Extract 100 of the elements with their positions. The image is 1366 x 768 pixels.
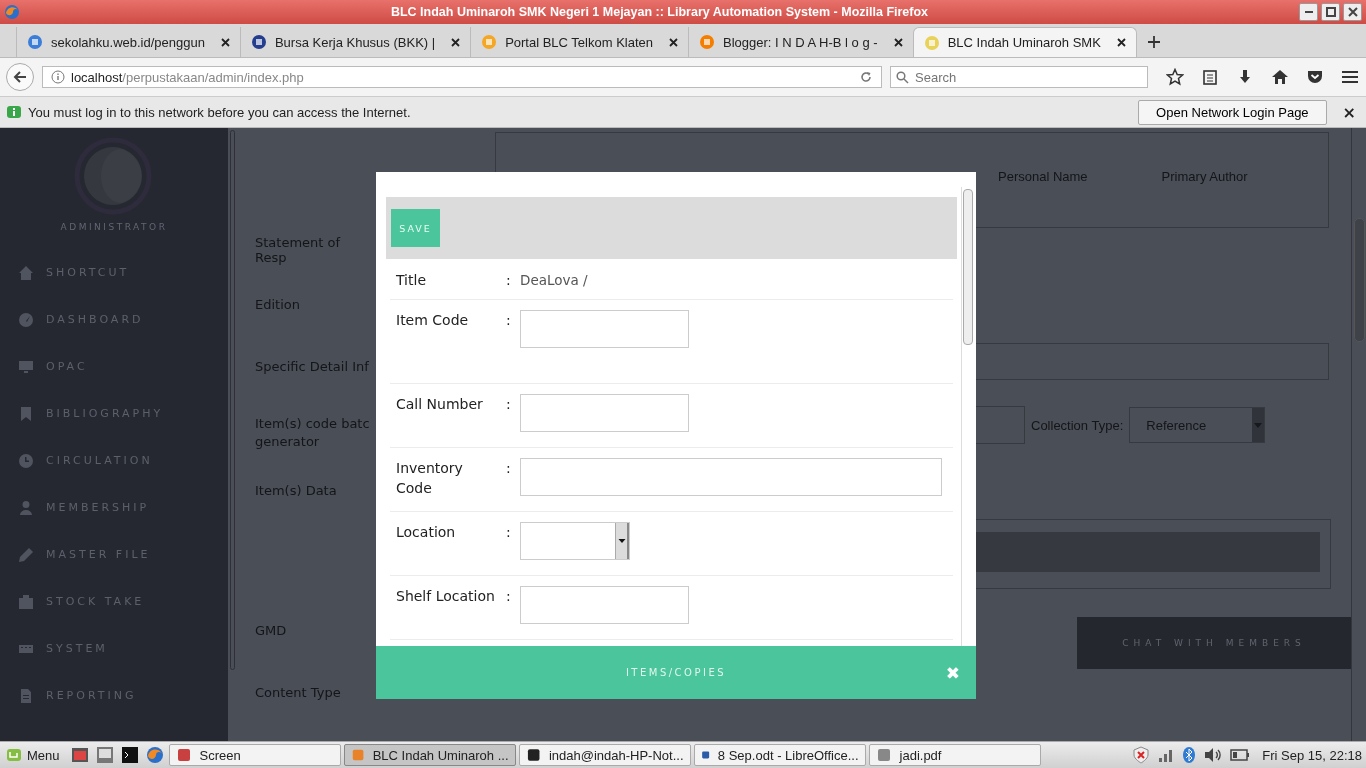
menu-icon[interactable] <box>1341 68 1359 86</box>
window-app-icon <box>175 747 192 763</box>
close-tab-icon[interactable] <box>669 37 678 47</box>
close-tab-icon[interactable] <box>220 37 230 47</box>
bluetooth-icon[interactable] <box>1182 746 1197 764</box>
sidebar-item-icon <box>18 311 34 328</box>
column-header: Primary Author <box>1161 169 1248 184</box>
window-app-icon <box>875 747 892 763</box>
field-label: Location <box>395 523 457 542</box>
field-label: Inventory Code <box>395 459 464 498</box>
folder-launcher-icon[interactable] <box>70 746 89 764</box>
dropdown[interactable] <box>520 522 630 560</box>
pocket-icon[interactable] <box>1306 68 1324 86</box>
caret-icon <box>1252 408 1265 443</box>
taskbar-window-button[interactable]: BLC Indah Uminaroh ... <box>343 744 516 766</box>
desktop-icon[interactable] <box>95 746 114 764</box>
reload-icon[interactable] <box>859 70 873 84</box>
close-notification-button[interactable]: × <box>1332 102 1360 122</box>
form-label: Content Type <box>255 683 342 702</box>
sidebar-item-icon <box>18 593 34 610</box>
field-label: Title <box>395 271 427 290</box>
sidebar-scrollbar[interactable] <box>230 130 235 670</box>
favicon-icon <box>481 34 498 50</box>
form-label: GMD <box>255 621 288 640</box>
form-label: Specific Detail Inf <box>255 358 370 377</box>
signal-icon[interactable] <box>1158 747 1175 763</box>
home-icon[interactable] <box>1271 68 1289 86</box>
start-menu-button[interactable]: Menu <box>4 747 66 763</box>
favicon-icon <box>699 34 715 50</box>
search-field[interactable]: Search <box>890 66 1148 88</box>
favicon-icon <box>27 34 43 50</box>
browser-tab[interactable]: Bursa Kerja Khusus (BKK) | <box>239 27 471 57</box>
browser-tab[interactable]: sekolahku.web.id/penggun <box>16 27 240 57</box>
reading-list-icon[interactable] <box>1201 68 1219 86</box>
browser-tab[interactable]: Portal BLC Telkom Klaten <box>470 27 688 57</box>
caret-icon <box>615 523 629 559</box>
browser-tab[interactable]: Blogger: I N D A H-B l o g - <box>688 27 913 57</box>
browser-icon <box>4 4 20 20</box>
sidebar-item-icon <box>18 264 34 281</box>
field-label: Shelf Location <box>395 587 496 606</box>
close-icon <box>1347 7 1358 17</box>
taskbar-window-button[interactable]: Screen <box>168 744 341 766</box>
form-label: Item(s) code batc generator <box>255 415 371 452</box>
notification-message: You must log in to this network before you can access the Internet. <box>28 104 412 120</box>
taskbar-window-button[interactable]: jadi.pdf <box>868 744 1041 766</box>
field-label: Item Code <box>395 311 470 330</box>
sidebar-item-icon <box>18 452 34 469</box>
user-role: ADMINISTRATOR <box>60 222 168 232</box>
back-button[interactable] <box>6 63 34 91</box>
close-tab-icon[interactable] <box>893 37 903 47</box>
colon: : <box>506 395 512 414</box>
sidebar-item-icon <box>18 687 34 704</box>
search-icon <box>896 71 909 84</box>
maximize-icon <box>1325 7 1336 17</box>
dialog-scrollbar[interactable] <box>963 189 973 345</box>
maximize-button[interactable] <box>1321 3 1340 21</box>
taskbar-window-button[interactable]: indah@indah-HP-Not... <box>518 744 691 766</box>
clock[interactable]: Fri Sep 15, 22:18 <box>1262 747 1362 763</box>
open-login-page-button[interactable]: Open Network Login Page <box>1138 99 1327 125</box>
volume-icon[interactable] <box>1204 747 1223 763</box>
minimize-button[interactable] <box>1299 3 1318 21</box>
network-icon <box>6 104 22 120</box>
colon: : <box>506 523 512 542</box>
close-tab-icon[interactable] <box>1116 38 1126 47</box>
dialog-title: ITEMS/COPIES <box>625 667 727 678</box>
bookmark-star-icon[interactable] <box>1166 68 1184 86</box>
favicon-icon <box>923 34 940 51</box>
url-text: localhost/perpustakaan/admin/index.php <box>71 69 305 85</box>
close-button[interactable] <box>1343 3 1362 21</box>
shield-icon[interactable] <box>1132 746 1151 764</box>
form-label: Item(s) Data <box>255 482 338 501</box>
taskbar-window-button[interactable]: 8 Sep.odt - LibreOffice... <box>693 744 866 766</box>
window-app-icon <box>350 747 365 763</box>
window-app-icon <box>525 747 541 763</box>
column-header: Personal Name <box>998 169 1088 184</box>
colon: : <box>506 459 512 478</box>
form-label: Edition <box>255 295 301 314</box>
terminal-icon[interactable] <box>120 746 139 764</box>
browser-tab[interactable]: BLC Indah Uminaroh SMK <box>912 27 1137 57</box>
window-title: BLC Indah Uminaroh SMK Negeri 1 Mejayan :: Library Automation System - Mozilla Firefox <box>389 5 930 19</box>
browser-icon[interactable] <box>145 746 164 764</box>
field-label: Call Number <box>395 395 484 414</box>
colon: : <box>506 587 512 606</box>
colon: : <box>506 311 512 330</box>
title-value: DeaLova / <box>520 271 588 290</box>
address-bar[interactable]: localhost/perpustakaan/admin/index.php <box>42 66 882 88</box>
collection-type-label: Collection Type: <box>1031 417 1124 433</box>
battery-icon[interactable] <box>1230 749 1251 761</box>
info-icon <box>51 70 65 84</box>
colon: : <box>506 271 512 290</box>
close-tab-icon[interactable] <box>451 37 461 47</box>
back-arrow-icon <box>12 69 28 85</box>
sidebar-item-icon <box>18 405 34 422</box>
sidebar-item-icon <box>18 546 34 563</box>
sidebar-item-icon <box>18 358 34 375</box>
new-tab-icon[interactable] <box>1146 35 1161 49</box>
avatar-icon <box>73 136 153 216</box>
sidebar-item-icon <box>18 499 34 516</box>
favicon-icon <box>250 34 267 50</box>
minimize-icon <box>1304 11 1313 13</box>
